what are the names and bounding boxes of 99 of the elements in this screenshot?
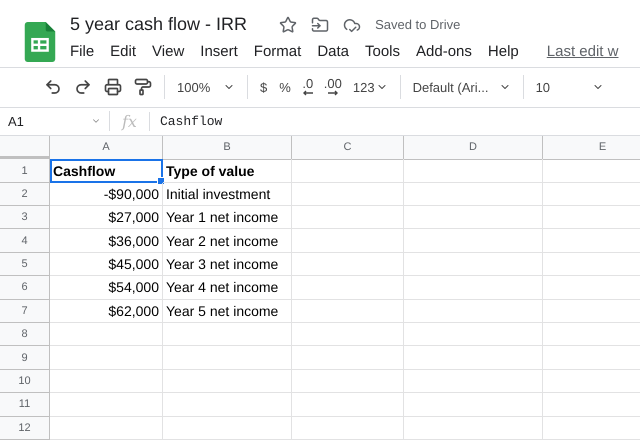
table-cell[interactable] — [404, 159, 543, 183]
column-header[interactable]: D — [404, 136, 543, 160]
row-header[interactable]: 8 — [0, 323, 50, 346]
table-cell[interactable] — [292, 206, 404, 230]
table-cell[interactable] — [163, 346, 292, 370]
more-formats-dropdown[interactable]: 123 — [346, 73, 394, 102]
table-cell[interactable] — [292, 416, 404, 440]
table-cell[interactable]: Year 3 net income — [163, 252, 292, 276]
row-header[interactable]: 10 — [0, 370, 50, 394]
row-header[interactable]: 6 — [0, 276, 50, 300]
table-cell[interactable]: $45,000 — [50, 252, 163, 276]
table-cell[interactable]: Cashflow — [50, 159, 163, 183]
select-all-corner[interactable] — [0, 136, 50, 160]
fill-handle[interactable] — [157, 176, 165, 185]
table-cell[interactable] — [292, 323, 404, 346]
table-cell[interactable]: Type of value — [163, 159, 292, 183]
cell-reference: A1 — [8, 114, 24, 129]
menu-item[interactable]: Help — [488, 43, 519, 60]
table-cell[interactable] — [292, 276, 404, 300]
table-cell[interactable] — [404, 346, 543, 370]
table-cell[interactable]: $27,000 — [50, 206, 163, 230]
move-folder-icon[interactable] — [311, 16, 330, 34]
table-cell[interactable] — [404, 252, 543, 276]
table-cell[interactable]: $62,000 — [50, 300, 163, 324]
table-cell[interactable] — [292, 370, 404, 394]
redo-icon[interactable] — [74, 78, 92, 96]
row-header[interactable]: 7 — [0, 300, 50, 324]
table-cell[interactable]: Year 1 net income — [163, 206, 292, 230]
save-status: Saved to Drive — [375, 17, 460, 32]
table-cell[interactable] — [292, 252, 404, 276]
table-cell[interactable] — [292, 159, 404, 183]
menu-item[interactable]: Edit — [110, 43, 136, 60]
row-header[interactable]: 2 — [0, 182, 50, 206]
sheets-logo-icon[interactable] — [24, 22, 56, 62]
table-cell[interactable] — [163, 393, 292, 417]
undo-icon[interactable] — [44, 78, 62, 96]
table-cell[interactable] — [404, 393, 543, 417]
table-cell[interactable]: Year 2 net income — [163, 229, 292, 253]
row-header[interactable]: 1 — [0, 159, 50, 183]
menu-item[interactable]: View — [152, 43, 184, 60]
right-arrow-icon[interactable] — [326, 90, 339, 96]
table-cell[interactable] — [404, 300, 543, 324]
name-box[interactable]: A1 — [0, 111, 110, 132]
row-header[interactable]: 4 — [0, 229, 50, 253]
font-dropdown[interactable]: Default (Ari... — [406, 73, 517, 102]
menu-item[interactable]: Tools — [365, 43, 400, 60]
table-cell[interactable] — [163, 323, 292, 346]
printer-icon[interactable] — [104, 78, 122, 96]
row-header[interactable]: 3 — [0, 206, 50, 230]
table-cell[interactable] — [292, 229, 404, 253]
table-cell[interactable] — [404, 229, 543, 253]
zoom-dropdown[interactable]: 100% — [171, 73, 241, 102]
row-header[interactable]: 5 — [0, 252, 50, 276]
document-title[interactable]: 5 year cash flow - IRR — [70, 14, 248, 35]
table-cell[interactable] — [50, 393, 163, 417]
table-cell[interactable]: $54,000 — [50, 276, 163, 300]
table-cell[interactable]: Year 5 net income — [163, 300, 292, 324]
currency-button[interactable]: $ — [254, 73, 274, 102]
menu-item[interactable]: Format — [254, 43, 302, 60]
font-size-dropdown[interactable]: 10 — [530, 73, 610, 102]
column-header[interactable]: B — [163, 136, 292, 160]
table-cell[interactable] — [292, 300, 404, 324]
menu-item[interactable]: File — [70, 43, 94, 60]
table-cell[interactable] — [292, 393, 404, 417]
formula-input[interactable]: Cashflow — [150, 114, 222, 129]
row-header[interactable]: 12 — [0, 416, 50, 440]
row-header[interactable]: 9 — [0, 346, 50, 370]
table-cell[interactable] — [163, 416, 292, 440]
table-cell[interactable] — [50, 416, 163, 440]
left-arrow-icon[interactable] — [302, 90, 314, 96]
table-cell[interactable] — [50, 346, 163, 370]
table-cell[interactable] — [404, 370, 543, 394]
row-header[interactable]: 11 — [0, 393, 50, 417]
menu-item[interactable]: Insert — [200, 43, 238, 60]
menu-item[interactable]: Data — [317, 43, 349, 60]
table-cell[interactable] — [50, 323, 163, 346]
table-cell[interactable]: -$90,000 — [50, 182, 163, 206]
table-cell[interactable]: Year 4 net income — [163, 276, 292, 300]
percent-button[interactable]: % — [273, 73, 297, 102]
column-header[interactable]: A — [50, 136, 163, 160]
table-cell[interactable]: Initial investment — [163, 182, 292, 206]
table-cell[interactable]: $36,000 — [50, 229, 163, 253]
table-cell[interactable] — [292, 346, 404, 370]
column-header[interactable]: C — [292, 136, 404, 160]
table-cell[interactable] — [404, 276, 543, 300]
star-icon[interactable] — [279, 16, 298, 34]
table-cell[interactable] — [163, 370, 292, 394]
table-cell[interactable] — [404, 182, 543, 206]
table-cell[interactable] — [50, 370, 163, 394]
column-header[interactable]: E — [543, 136, 640, 160]
table-cell[interactable] — [404, 206, 543, 230]
paint-roller-icon[interactable] — [134, 78, 152, 96]
table-cell[interactable] — [292, 182, 404, 206]
table-cell[interactable] — [404, 416, 543, 440]
table-cell[interactable] — [404, 323, 543, 346]
decrease-decimals-button[interactable]: .0 — [296, 73, 319, 102]
increase-decimals-button[interactable]: .00 — [318, 73, 347, 102]
last-edit-link[interactable]: Last edit w — [546, 43, 618, 60]
menu-item[interactable]: Add-ons — [416, 43, 472, 60]
